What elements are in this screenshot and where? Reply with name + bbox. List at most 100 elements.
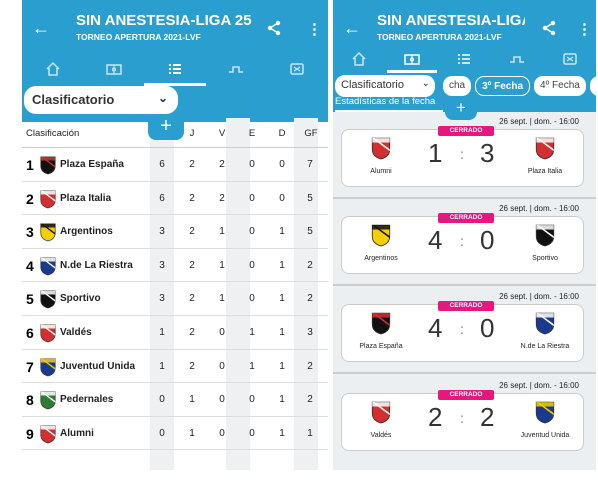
stat-cell: 5 (307, 192, 313, 204)
table-row[interactable]: 6 Valdés 1 2 0 1 1 3 (22, 316, 328, 350)
home-crest (370, 223, 392, 247)
match-card[interactable]: 26 sept. | dom. - 16:00 CERRADO Valdés Juve… (341, 381, 584, 451)
position: 5 (26, 291, 34, 308)
tab-standings[interactable] (144, 56, 205, 82)
phase-dropdown[interactable]: Clasificatorio ⌄ (335, 75, 435, 97)
stat-cell: 2 (189, 259, 195, 271)
stat-cell: 3 (307, 326, 313, 338)
home-crest-icon (371, 312, 391, 335)
match-divider (333, 197, 596, 199)
more-options-icon[interactable]: ⋮ (307, 20, 322, 38)
away-crest-icon (535, 224, 555, 247)
match-date: 26 sept. | dom. - 16:00 (499, 381, 579, 390)
stat-cell: 1 (189, 427, 195, 439)
tab-standings[interactable] (438, 46, 491, 72)
tab-cards[interactable] (543, 46, 596, 72)
home-score: 1 (428, 138, 443, 168)
stat-cell: 1 (219, 226, 225, 238)
tab-fixture[interactable] (83, 56, 144, 82)
stat-cell: 2 (307, 259, 313, 271)
phase-dropdown-value: Clasificatorio (341, 79, 404, 91)
away-crest (534, 311, 556, 335)
home-crest-icon (371, 224, 391, 247)
more-options-icon[interactable]: ⋮ (577, 20, 592, 38)
home-crest (370, 400, 392, 424)
table-row[interactable]: 4 N.de La Riestra 3 2 1 0 1 2 (22, 249, 328, 283)
field-icon (106, 64, 122, 75)
match-date: 26 sept. | dom. - 16:00 (499, 204, 579, 213)
position: 7 (26, 358, 34, 375)
table-row[interactable]: 2 Plaza Italia 6 2 2 0 0 5 (22, 182, 328, 216)
team-crest-icon (40, 290, 56, 309)
stat-cell: 1 (307, 427, 313, 439)
team-name: Plaza España (60, 159, 124, 170)
home-crest (370, 136, 392, 160)
team-crest-icon (40, 324, 56, 343)
home-icon (46, 61, 60, 76)
table-row[interactable]: 8 Pedernales 0 1 0 0 1 2 (22, 383, 328, 417)
tab-home[interactable] (333, 46, 386, 72)
team-crest-icon (40, 156, 56, 175)
table-row[interactable]: 7 Juventud Unida 1 2 0 1 1 2 (22, 350, 328, 384)
team-name: Pedernales (60, 394, 114, 406)
score-separator: : (460, 410, 464, 426)
bracket-icon (229, 66, 244, 73)
stat-cell: 0 (249, 394, 255, 406)
round-chip[interactable]: cha (443, 76, 472, 96)
chevron-down-icon: ⌄ (421, 78, 430, 89)
away-crest (534, 136, 556, 160)
round-chip[interactable]: 4º Fecha (534, 76, 586, 96)
table-row[interactable]: 3 Argentinos 3 2 1 0 1 5 (22, 215, 328, 249)
position: 2 (26, 190, 34, 207)
app-title: SIN ANESTESIA-LIGA 25 I (377, 12, 525, 29)
fixture-panel: ← SIN ANESTESIA-LIGA 25 I TORNEO APERTUR… (333, 0, 596, 470)
stat-cell: 1 (279, 293, 285, 305)
stat-cell: 0 (219, 326, 225, 338)
match-date: 26 sept. | dom. - 16:00 (499, 292, 579, 301)
tab-fixture[interactable] (386, 46, 439, 72)
cards-icon (290, 63, 305, 75)
back-arrow-icon[interactable]: ← (343, 18, 361, 39)
match-card[interactable]: 26 sept. | dom. - 16:00 CERRADO Plaza Espa… (341, 292, 584, 362)
tab-bracket[interactable] (206, 56, 267, 82)
stat-cell: 1 (279, 360, 285, 372)
position: 6 (26, 324, 34, 341)
tab-bracket[interactable] (491, 46, 544, 72)
stat-cell: 1 (279, 226, 285, 238)
stat-cell: 1 (189, 394, 195, 406)
match-card[interactable]: 26 sept. | dom. - 16:00 CERRADO Alumni Plaz… (341, 117, 584, 187)
team-name: Argentinos (60, 226, 113, 238)
app-title: SIN ANESTESIA-LIGA 25 I (76, 12, 252, 29)
active-tab-indicator (387, 70, 437, 73)
back-arrow-icon[interactable]: ← (32, 18, 50, 39)
stat-cell: 1 (279, 427, 285, 439)
col-header: J (189, 128, 195, 139)
add-button[interactable]: + (445, 98, 477, 120)
table-label: Clasificación (26, 128, 80, 139)
stat-cell: 0 (219, 394, 225, 406)
match-divider (333, 284, 596, 286)
stat-cell: 2 (189, 226, 195, 238)
stat-cell: 1 (279, 259, 285, 271)
table-row[interactable]: 9 Alumni 0 1 0 0 1 1 (22, 417, 328, 451)
away-crest-icon (535, 137, 555, 160)
round-chip-active[interactable]: 3º Fecha (475, 76, 531, 96)
share-icon[interactable] (541, 20, 557, 41)
phase-dropdown[interactable]: Clasificatorio ⌄ (24, 86, 178, 114)
team-name: Sportivo (60, 293, 101, 305)
team-crest-icon (40, 190, 56, 208)
add-button[interactable]: + (148, 114, 184, 140)
round-chip[interactable]: 5º (589, 76, 596, 96)
stat-cell: 0 (249, 293, 255, 305)
stat-cell: 6 (159, 159, 165, 170)
table-row[interactable]: 5 Sportivo 3 2 1 0 1 2 (22, 282, 328, 316)
table-row[interactable]: 1 Plaza España 6 2 2 0 0 7 (22, 148, 328, 182)
stat-cell: 0 (249, 226, 255, 238)
away-crest (534, 223, 556, 247)
match-card[interactable]: 26 sept. | dom. - 16:00 CERRADO Argentinos… (341, 204, 584, 274)
share-icon[interactable] (266, 20, 282, 41)
score-separator: : (460, 321, 464, 337)
tab-cards[interactable] (267, 56, 328, 82)
stat-cell: 2 (219, 159, 225, 170)
tab-home[interactable] (22, 56, 83, 82)
